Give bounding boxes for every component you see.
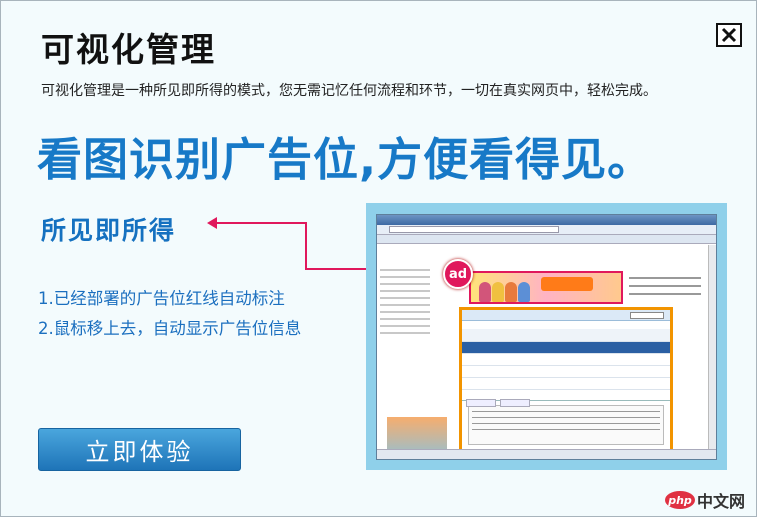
- promo-dialog: 可视化管理 可视化管理是一种所见即所得的模式，您无需记忆任何流程和环节，一切在真…: [0, 0, 757, 517]
- browser-statusbar: [377, 449, 716, 459]
- popup-tabs: [462, 392, 670, 407]
- dialog-subtitle: 可视化管理是一种所见即所得的模式，您无需记忆任何流程和环节，一切在真实网页中，轻…: [41, 83, 657, 99]
- feature-title: 所见即所得: [41, 216, 177, 245]
- preview-screenshot: [366, 203, 727, 470]
- close-icon: [721, 27, 737, 43]
- banner-sale-label: [541, 277, 593, 291]
- banner-people: [477, 275, 535, 302]
- browser-toolbar: [377, 235, 716, 244]
- ad-badge: ad: [443, 259, 473, 289]
- dialog-title: 可视化管理: [41, 30, 216, 69]
- ad-stats-table: [462, 329, 670, 390]
- close-button[interactable]: [716, 23, 742, 47]
- browser-scrollbar: [708, 245, 716, 449]
- php-logo: php: [665, 491, 695, 509]
- step-1: 1.已经部署的广告位红线自动标注: [38, 289, 285, 308]
- try-now-button[interactable]: 立即体验: [38, 428, 241, 471]
- left-text-column: [380, 269, 430, 339]
- popup-header: [462, 310, 670, 321]
- browser-titlebar: [377, 215, 716, 225]
- browser-mockup: [376, 214, 717, 460]
- ad-banner: [469, 271, 623, 304]
- popup-code-box: [468, 404, 664, 445]
- step-2: 2.鼠标移上去，自动显示广告位信息: [38, 319, 302, 338]
- headline: 看图识别广告位,方便看得见。: [37, 133, 654, 186]
- address-field: [389, 226, 559, 233]
- right-links: [627, 271, 703, 305]
- watermark-text: 中文网: [697, 492, 746, 511]
- ad-info-popup: [459, 307, 673, 459]
- page-content: [377, 245, 708, 459]
- site-watermark: php 中文网: [665, 488, 745, 512]
- browser-address-bar: [377, 225, 716, 235]
